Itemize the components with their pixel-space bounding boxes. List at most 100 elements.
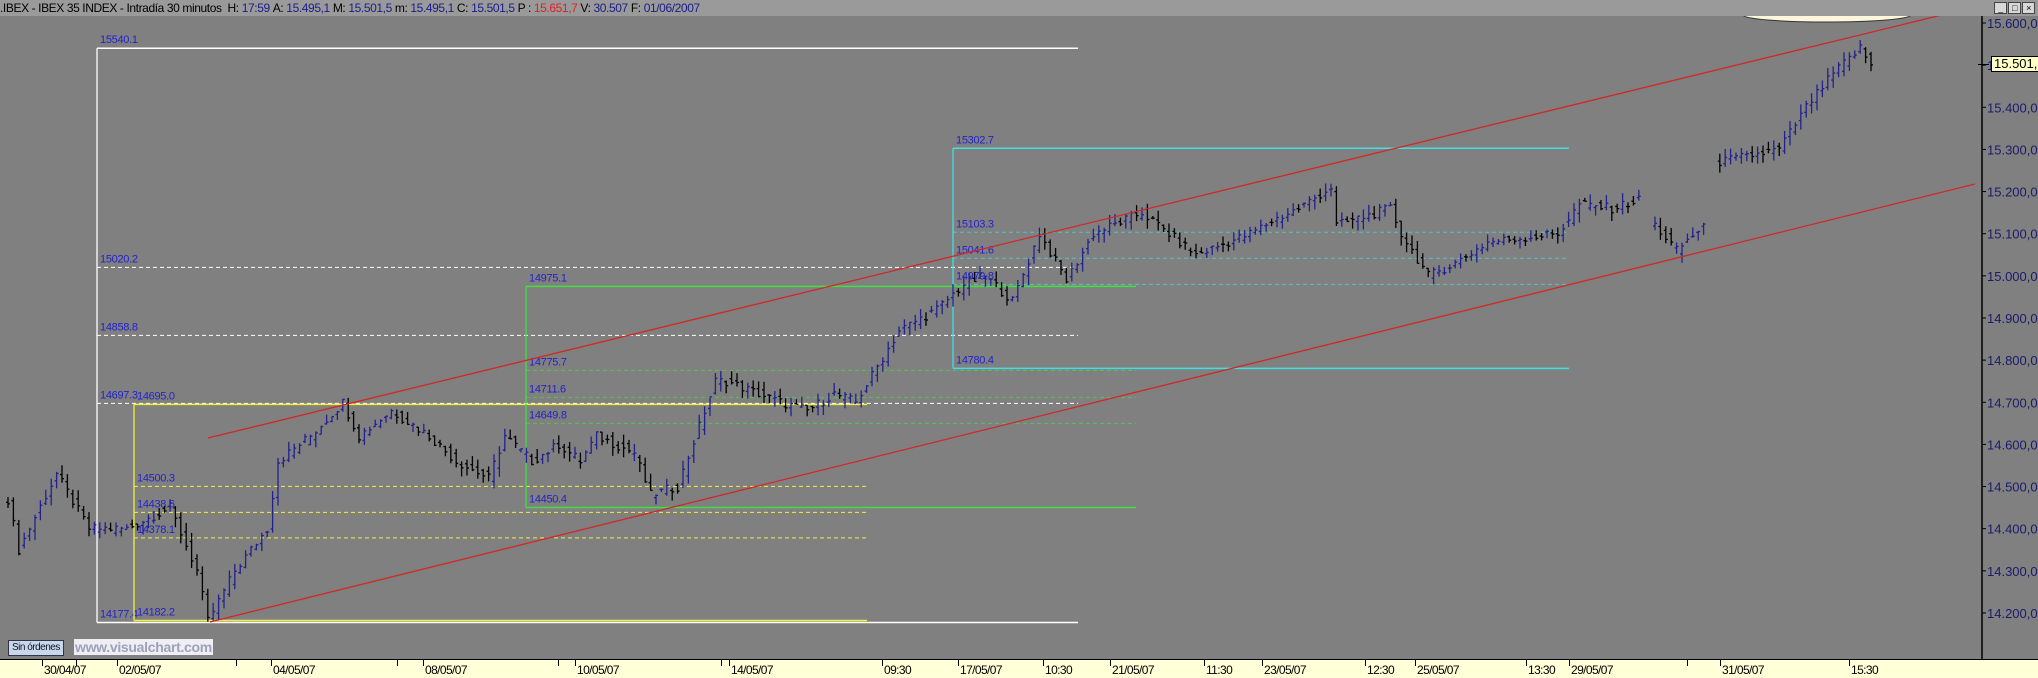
ohlc-bar [65, 474, 70, 498]
ohlc-bar [119, 526, 124, 537]
ohlc-bar [848, 392, 853, 403]
ohlc-bar [918, 308, 923, 330]
ohlc-bar [1248, 226, 1252, 243]
x-tick-label: 30/04/07 [44, 663, 87, 677]
ohlc-bar [1183, 237, 1188, 250]
ohlc-bar [821, 400, 826, 416]
header-field-label: F: [630, 1, 641, 15]
ohlc-bar [281, 456, 286, 468]
ohlc-bar [421, 423, 426, 434]
ohlc-bar [1156, 210, 1161, 231]
ohlc-bar [1658, 217, 1663, 240]
ohlc-bar [799, 396, 804, 408]
fib-box-green[interactable]: 14975.114775.714711.614649.814450.4 [525, 272, 1136, 509]
ohlc-bar [330, 415, 334, 423]
ohlc-bar [713, 373, 718, 395]
ohlc-bar [1204, 247, 1209, 259]
x-tick [558, 660, 559, 666]
ohlc-bar [627, 439, 631, 454]
ohlc-bar [405, 412, 410, 426]
close-button[interactable]: × [2022, 2, 2035, 14]
ohlc-bar [1437, 265, 1441, 277]
ohlc-bar [1447, 264, 1452, 274]
x-tick [397, 660, 398, 666]
ohlc-bar [708, 396, 712, 416]
ohlc-bar [643, 457, 648, 483]
ohlc-bar [1188, 247, 1193, 257]
ohlc-bar [465, 459, 469, 476]
fib-level-label: 14500.3 [137, 472, 175, 484]
orders-button[interactable]: Sin órdenes [8, 640, 64, 656]
price-chart[interactable]: 15540.1 15020.2 14858.8 14697.3 14177.4 14695… [0, 0, 2038, 677]
ohlc-bar [1032, 245, 1036, 264]
ohlc-bar [1485, 234, 1490, 252]
ohlc-bar [324, 414, 329, 425]
ohlc-bar [497, 446, 502, 477]
ohlc-bar [1102, 227, 1107, 243]
fib-box-white[interactable]: 15540.1 15020.2 14858.8 14697.3 14177.4 [96, 34, 1078, 624]
ohlc-bar [934, 300, 939, 318]
ohlc-bar [1415, 240, 1420, 264]
ohlc-bar [27, 527, 32, 541]
ohlc-bar [1393, 198, 1398, 228]
ohlc-bar [1123, 213, 1128, 229]
x-tick-label: 10/05/07 [577, 663, 620, 677]
ohlc-bar [1339, 212, 1344, 227]
ohlc-bar [114, 522, 118, 537]
x-tick-label: 14/05/07 [731, 663, 774, 677]
ohlc-bar [1825, 67, 1830, 91]
ohlc-bar [1253, 226, 1258, 235]
ohlc-bar [1728, 148, 1733, 165]
ohlc-bar [1717, 153, 1722, 173]
ohlc-bar [1496, 239, 1501, 245]
ohlc-bar [1410, 235, 1414, 255]
maximize-button[interactable]: □ [2008, 2, 2021, 14]
minimize-button[interactable]: _ [1994, 2, 2007, 14]
ohlc-bar [1512, 236, 1517, 245]
x-tick [721, 660, 722, 666]
y-tick-label: 15.000,0 [1987, 269, 2038, 284]
ohlc-bar [600, 431, 604, 446]
ohlc-bar [276, 457, 280, 506]
ohlc-bar [1258, 219, 1263, 236]
ohlc-bar [87, 512, 91, 537]
ohlc-bar [945, 295, 950, 309]
ohlc-bar [1458, 253, 1463, 269]
ohlc-bar [1809, 93, 1814, 114]
ohlc-bar [805, 404, 810, 417]
fib-box-yellow[interactable]: 14695.014500.314438.614378.114182.2 [133, 390, 867, 622]
ohlc-bar [81, 505, 86, 520]
ohlc-bar [556, 435, 561, 454]
ohlc-bar [1021, 272, 1026, 288]
y-tick-label: 14.700,0 [1987, 395, 2038, 410]
fib-level-label: 14697.3 [100, 389, 138, 401]
x-tick-label: 02/05/07 [119, 663, 162, 677]
fib-level-label: 14450.4 [529, 493, 567, 505]
ohlc-bar [702, 406, 707, 435]
x-tick [76, 660, 77, 666]
ohlc-bar [1863, 47, 1868, 64]
x-tick [42, 660, 43, 666]
ohlc-bar [1539, 232, 1544, 241]
ohlc-bar [222, 588, 226, 609]
ohlc-bar [400, 410, 405, 424]
y-tick-label: 14.500,0 [1987, 480, 2038, 495]
ohlc-bar [1723, 148, 1728, 167]
symbol-title: .IBEX - IBEX 35 INDEX - Intradía 30 minu… [0, 1, 222, 15]
fib-level-label: 15020.2 [100, 253, 138, 265]
header-field-label: M: [332, 1, 346, 15]
x-tick [1720, 660, 1721, 666]
ohlc-bar [654, 494, 658, 505]
upper-channel-line[interactable] [207, 12, 1951, 439]
ohlc-bar [1793, 122, 1798, 136]
ohlc-bar [184, 522, 189, 551]
ohlc-bar [1026, 258, 1031, 285]
ohlc-bar [1356, 215, 1360, 231]
ohlc-bar [621, 434, 626, 458]
ohlc-bar [1593, 205, 1598, 216]
lower-channel-line[interactable] [209, 183, 1976, 623]
ohlc-bar [1777, 142, 1782, 157]
header-field-label: V: [580, 1, 591, 15]
x-tick [1110, 660, 1111, 666]
ohlc-bar [38, 500, 43, 521]
